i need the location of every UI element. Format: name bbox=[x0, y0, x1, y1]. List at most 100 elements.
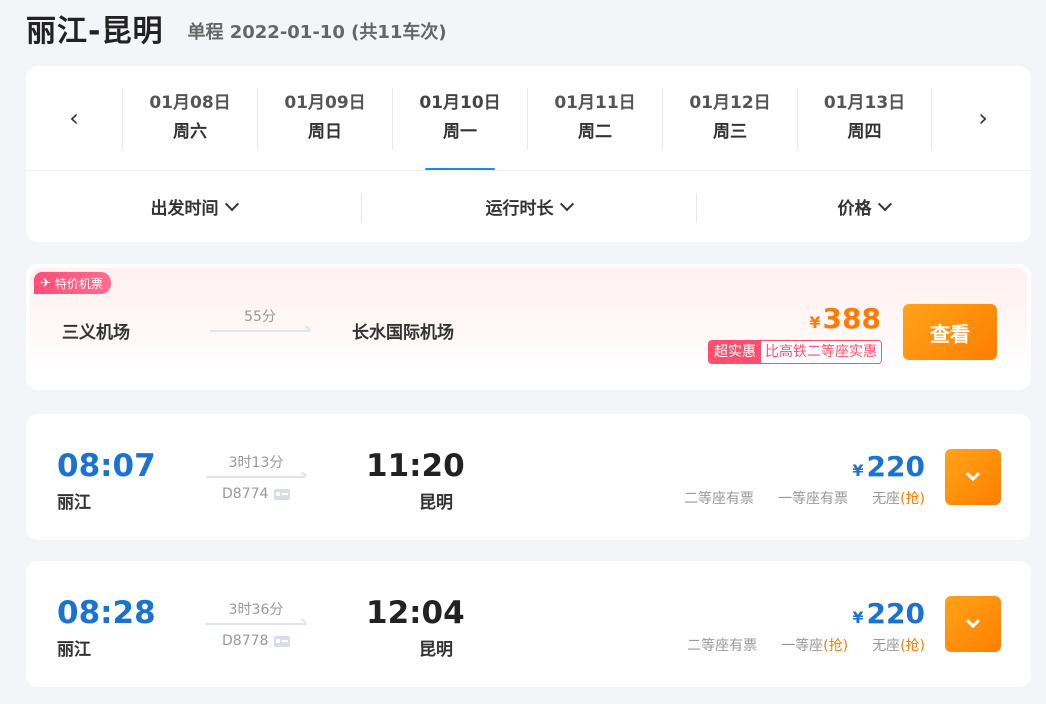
route-arrow bbox=[206, 476, 306, 478]
seat-name: 无座 bbox=[872, 491, 901, 507]
id-card-icon bbox=[274, 635, 291, 647]
sort-depart-time[interactable]: 出发时间 bbox=[26, 171, 361, 242]
plane-icon: ✈ bbox=[40, 275, 51, 291]
next-date-button[interactable]: › bbox=[963, 94, 1003, 142]
route-arrow bbox=[210, 330, 310, 332]
view-flight-button[interactable]: 查看 bbox=[903, 304, 997, 360]
train-price: ¥220 bbox=[852, 450, 925, 483]
sort-label: 价格 bbox=[837, 199, 872, 219]
page: 丽江-昆明 单程 2022-01-10 (共11车次) ‹ 01月08日 周六 … bbox=[0, 0, 1046, 704]
flight-price: ¥388 bbox=[809, 302, 881, 335]
price-value: 220 bbox=[866, 450, 925, 483]
sort-label: 出发时间 bbox=[150, 199, 219, 219]
seat-item: 无座(抢) bbox=[872, 635, 925, 655]
flight-promo-background: ✈ 特价机票 三义机场 55分 长水国际机场 ¥388 超实惠 比高铁二等座实惠… bbox=[30, 268, 1027, 368]
weekday-label: 周二 bbox=[578, 122, 612, 142]
travel-duration: 3时36分 bbox=[228, 602, 284, 618]
chevron-down-icon bbox=[965, 467, 981, 482]
flight-from: 三义机场 bbox=[62, 323, 130, 343]
sort-bar: 出发时间 运行时长 价格 bbox=[26, 171, 1031, 242]
deal-badge: 超实惠 比高铁二等座实惠 bbox=[708, 340, 882, 364]
header: 丽江-昆明 单程 2022-01-10 (共11车次) bbox=[26, 6, 447, 50]
departure-station: 丽江 bbox=[57, 640, 91, 660]
travel-duration: 3时13分 bbox=[228, 455, 284, 471]
date-label: 01月12日 bbox=[689, 93, 771, 113]
chevron-down-icon bbox=[965, 614, 981, 629]
seat-item: 一等座有票 bbox=[778, 488, 848, 508]
weekday-label: 周一 bbox=[443, 122, 477, 142]
grab-label: (抢) bbox=[823, 638, 849, 654]
train-card[interactable]: 08:07 丽江 3时13分 D8774 11:20 昆明 ¥220 二等座有票… bbox=[26, 414, 1031, 540]
departure-time: 08:07 bbox=[57, 448, 156, 484]
sort-price[interactable]: 价格 bbox=[696, 171, 1031, 242]
date-item[interactable]: 01月12日 周三 bbox=[662, 88, 797, 150]
price-value: 220 bbox=[866, 597, 925, 630]
price-value: 388 bbox=[822, 302, 881, 335]
chevron-down-icon bbox=[224, 196, 239, 211]
departure-station: 丽江 bbox=[57, 493, 91, 513]
date-selector-card: ‹ 01月08日 周六 01月09日 周日 01月10日 周一 01月11日 周… bbox=[26, 66, 1031, 242]
weekday-label: 周六 bbox=[173, 122, 207, 142]
date-label: 01月08日 bbox=[149, 93, 231, 113]
expand-button[interactable] bbox=[945, 596, 1001, 652]
sort-label: 运行时长 bbox=[485, 199, 554, 219]
train-number: D8778 bbox=[222, 633, 291, 649]
seat-name: 一等座有票 bbox=[778, 491, 849, 507]
date-label: 01月10日 bbox=[419, 93, 501, 113]
date-row: ‹ 01月08日 周六 01月09日 周日 01月10日 周一 01月11日 周… bbox=[26, 66, 1031, 171]
seat-item: 无座(抢) bbox=[872, 488, 925, 508]
seat-item: 一等座(抢) bbox=[781, 635, 848, 655]
weekday-label: 周四 bbox=[847, 122, 882, 142]
date-item[interactable]: 01月11日 周二 bbox=[527, 88, 662, 150]
train-number-label: D8778 bbox=[222, 633, 269, 649]
seat-name: 二等座有票 bbox=[687, 638, 758, 654]
route-title: 丽江-昆明 bbox=[26, 14, 164, 49]
date-item[interactable]: 01月08日 周六 bbox=[122, 88, 257, 150]
seat-item: 二等座有票 bbox=[684, 488, 754, 508]
seat-name: 一等座 bbox=[781, 638, 824, 654]
trip-meta: 单程 2022-01-10 (共11车次) bbox=[187, 22, 447, 43]
train-number: D8774 bbox=[222, 486, 291, 502]
arrival-station: 昆明 bbox=[419, 640, 453, 660]
prev-date-button[interactable]: ‹ bbox=[54, 94, 94, 142]
flight-promo-card: ✈ 特价机票 三义机场 55分 长水国际机场 ¥388 超实惠 比高铁二等座实惠… bbox=[26, 264, 1031, 390]
route-arrow bbox=[206, 623, 306, 625]
departure-time: 08:28 bbox=[57, 595, 156, 631]
flight-to: 长水国际机场 bbox=[352, 323, 454, 343]
arrival-time: 12:04 bbox=[366, 595, 465, 631]
date-item[interactable]: 01月09日 周日 bbox=[257, 88, 392, 150]
deal-badge-desc: 比高铁二等座实惠 bbox=[761, 341, 881, 363]
deal-badge-main: 超实惠 bbox=[709, 341, 761, 363]
chevron-left-icon: ‹ bbox=[69, 104, 79, 132]
weekday-label: 周三 bbox=[713, 122, 747, 142]
seat-name: 无座 bbox=[872, 638, 901, 654]
train-price: ¥220 bbox=[852, 597, 925, 630]
flight-duration: 55分 bbox=[244, 309, 276, 325]
promo-tag: ✈ 特价机票 bbox=[34, 272, 111, 294]
date-item-selected[interactable]: 01月10日 周一 bbox=[392, 88, 527, 150]
date-label: 01月11日 bbox=[554, 93, 636, 113]
date-item[interactable]: 01月13日 周四 bbox=[797, 88, 932, 150]
promo-tag-label: 特价机票 bbox=[54, 276, 103, 291]
seat-item: 二等座有票 bbox=[687, 635, 757, 655]
currency-symbol: ¥ bbox=[809, 313, 821, 332]
train-card[interactable]: 08:28 丽江 3时36分 D8778 12:04 昆明 ¥220 二等座有票… bbox=[26, 561, 1031, 687]
chevron-down-icon bbox=[559, 196, 574, 211]
seat-availability: 二等座有票 一等座有票 无座(抢) bbox=[684, 488, 925, 508]
currency-symbol: ¥ bbox=[852, 608, 864, 627]
train-number-label: D8774 bbox=[222, 486, 269, 502]
grab-label: (抢) bbox=[900, 491, 925, 507]
expand-button[interactable] bbox=[945, 449, 1001, 505]
grab-label: (抢) bbox=[900, 638, 925, 654]
sort-duration[interactable]: 运行时长 bbox=[361, 171, 696, 242]
seat-name: 二等座有票 bbox=[684, 491, 755, 507]
date-label: 01月09日 bbox=[284, 93, 366, 113]
arrival-time: 11:20 bbox=[366, 448, 465, 484]
date-label: 01月13日 bbox=[823, 93, 906, 113]
weekday-label: 周日 bbox=[308, 122, 342, 142]
id-card-icon bbox=[274, 488, 291, 500]
arrival-station: 昆明 bbox=[419, 493, 453, 513]
seat-availability: 二等座有票 一等座(抢) 无座(抢) bbox=[687, 635, 925, 655]
chevron-down-icon bbox=[877, 196, 892, 211]
chevron-right-icon: › bbox=[978, 104, 988, 132]
